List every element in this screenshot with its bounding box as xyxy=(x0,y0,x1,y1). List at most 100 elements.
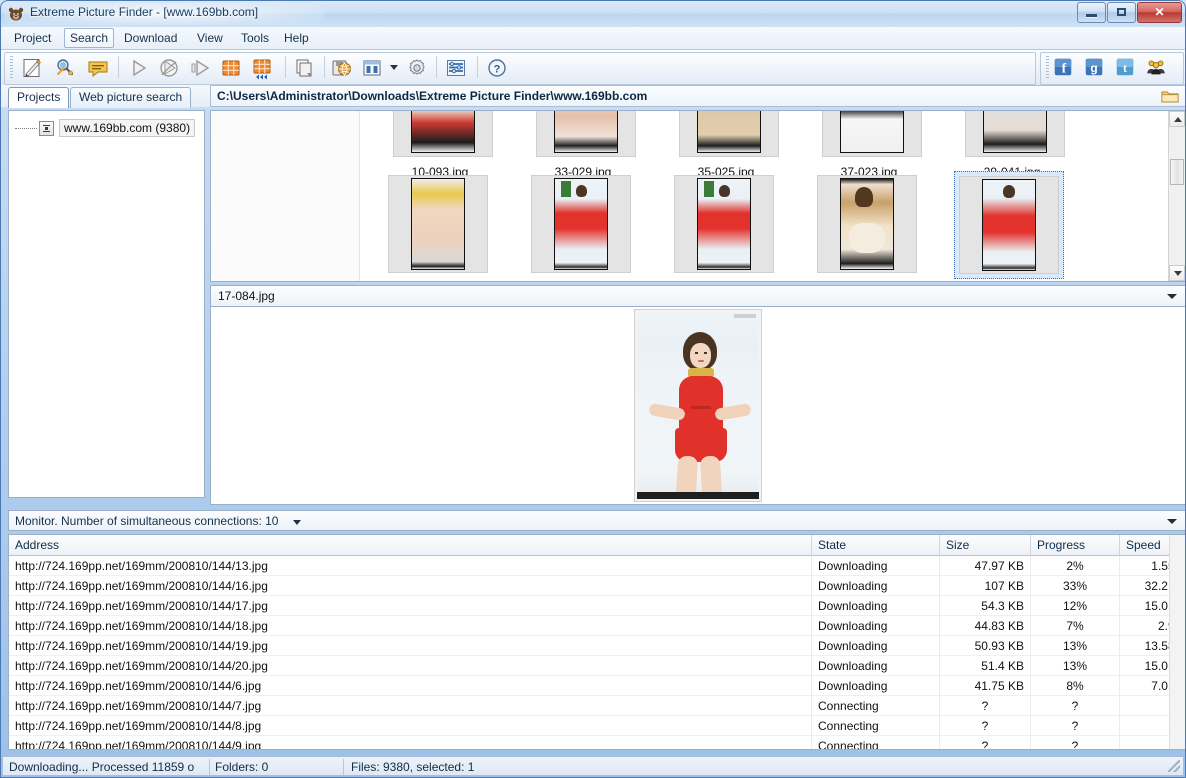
table-row[interactable]: http://724.169pp.net/169mm/200810/144/19… xyxy=(9,635,1185,656)
thumbnail-item[interactable]: 33-029.jpg xyxy=(532,111,636,179)
tree-node-169bb[interactable]: www.169bb.com (9380) xyxy=(15,119,196,137)
thumbnail-item[interactable] xyxy=(384,171,488,277)
cell-state: Downloading xyxy=(811,555,940,576)
download-table-scrollbar[interactable] xyxy=(1169,535,1185,749)
monitor-label: Monitor. Number of simultaneous connecti… xyxy=(15,514,279,528)
cell-state: Connecting xyxy=(811,695,940,716)
table-row[interactable]: http://724.169pp.net/169mm/200810/144/7.… xyxy=(9,695,1185,716)
thumbnail-item[interactable] xyxy=(813,171,917,277)
table-row[interactable]: http://724.169pp.net/169mm/200810/144/13… xyxy=(9,555,1185,576)
table-row[interactable]: http://724.169pp.net/169mm/200810/144/8.… xyxy=(9,715,1185,736)
svg-text:?: ? xyxy=(494,63,501,75)
stop-download-icon[interactable] xyxy=(157,56,181,80)
address-path: C:\Users\Administrator\Downloads\Extreme… xyxy=(217,89,648,103)
cell-state: Downloading xyxy=(811,635,940,656)
scrollbar-thumb[interactable] xyxy=(1170,159,1184,185)
search-project-icon[interactable] xyxy=(53,56,77,80)
thumbnail-item[interactable]: 37-023.jpg xyxy=(818,111,922,179)
cell-size: 50.93 KB xyxy=(939,635,1031,656)
chevron-down-icon[interactable] xyxy=(1167,294,1177,299)
layout-dropdown-arrow[interactable] xyxy=(390,65,398,70)
address-bar[interactable]: C:\Users\Administrator\Downloads\Extreme… xyxy=(210,85,1186,107)
minimize-button[interactable] xyxy=(1077,2,1106,23)
table-row[interactable]: http://724.169pp.net/169mm/200810/144/16… xyxy=(9,575,1185,596)
toolbar-separator-5 xyxy=(477,56,478,78)
status-divider-1 xyxy=(209,759,210,775)
resize-grip[interactable] xyxy=(1168,760,1180,772)
thumbnail-panel[interactable]: 10-093.jpg 33-029.jpg 35-025.jpg 37-023.… xyxy=(210,110,1186,282)
cell-size: 107 KB xyxy=(939,575,1031,596)
cell-state: Connecting xyxy=(811,715,940,736)
social-grip[interactable] xyxy=(1046,56,1049,78)
table-row[interactable]: http://724.169pp.net/169mm/200810/144/18… xyxy=(9,615,1185,636)
column-header-address[interactable]: Address xyxy=(9,535,812,556)
cell-progress: 2% xyxy=(1030,555,1120,576)
folder-icon[interactable] xyxy=(1161,89,1179,104)
column-header-state[interactable]: State xyxy=(811,535,940,556)
filters-icon[interactable] xyxy=(444,56,468,80)
help-icon[interactable]: ? xyxy=(485,56,509,80)
comment-icon[interactable] xyxy=(86,56,110,80)
thumbnail-image xyxy=(388,175,488,273)
twitter-icon[interactable]: t xyxy=(1114,56,1138,80)
cell-address: http://724.169pp.net/169mm/200810/144/8.… xyxy=(9,715,812,736)
grid-fast-icon[interactable] xyxy=(250,56,274,80)
cell-state: Downloading xyxy=(811,655,940,676)
settings-gear-icon[interactable] xyxy=(405,56,429,80)
web-save-icon[interactable] xyxy=(329,56,353,80)
tab-web-picture-search[interactable]: Web picture search xyxy=(70,87,192,108)
cell-state: Downloading xyxy=(811,675,940,696)
thumbnail-item[interactable] xyxy=(670,171,774,277)
preview-image xyxy=(634,309,762,502)
monitor-bar[interactable]: Monitor. Number of simultaneous connecti… xyxy=(8,510,1186,531)
scroll-down-icon[interactable] xyxy=(1169,265,1185,281)
preview-header[interactable]: 17-084.jpg xyxy=(210,285,1186,307)
thumbnail-item[interactable]: 35-025.jpg xyxy=(675,111,779,179)
new-project-icon[interactable] xyxy=(20,56,44,80)
layout-icon[interactable] xyxy=(360,56,384,80)
download-table[interactable]: Address State Size Progress Speed http:/… xyxy=(8,534,1186,750)
cell-size: ? xyxy=(939,695,1031,716)
tab-projects[interactable]: Projects xyxy=(8,87,70,108)
cell-address: http://724.169pp.net/169mm/200810/144/19… xyxy=(9,635,812,656)
thumbnail-scrollbar[interactable] xyxy=(1168,111,1185,281)
start-download-icon[interactable] xyxy=(126,56,150,80)
table-row[interactable]: http://724.169pp.net/169mm/200810/144/6.… xyxy=(9,675,1185,696)
table-row[interactable]: http://724.169pp.net/169mm/200810/144/9.… xyxy=(9,735,1185,749)
thumbnail-image xyxy=(965,111,1065,157)
column-header-size[interactable]: Size xyxy=(939,535,1031,556)
status-bar: Downloading... Processed 11859 o Folders… xyxy=(2,756,1184,776)
monitor-collapse-icon[interactable] xyxy=(1167,519,1177,524)
cell-address: http://724.169pp.net/169mm/200810/144/6.… xyxy=(9,675,812,696)
project-node-icon xyxy=(39,120,54,136)
thumbnail-image xyxy=(531,175,631,273)
table-row[interactable]: http://724.169pp.net/169mm/200810/144/20… xyxy=(9,655,1185,676)
monitor-dropdown-arrow[interactable] xyxy=(293,520,301,525)
grid-view-icon[interactable] xyxy=(219,56,243,80)
thumbnail-image xyxy=(959,176,1059,274)
google-plus-icon[interactable]: g xyxy=(1083,56,1107,80)
close-button[interactable]: ✕ xyxy=(1137,2,1182,23)
menu-project[interactable]: Project xyxy=(8,29,57,47)
menu-search[interactable]: Search xyxy=(64,28,115,48)
thumbnail-item[interactable]: 29-041.jpg xyxy=(961,111,1065,179)
scroll-up-icon[interactable] xyxy=(1169,111,1185,127)
export-icon[interactable] xyxy=(293,56,317,80)
facebook-icon[interactable]: f xyxy=(1052,56,1076,80)
menu-help[interactable]: Help xyxy=(278,29,315,47)
maximize-button[interactable] xyxy=(1107,2,1136,23)
community-icon[interactable] xyxy=(1145,56,1169,80)
menu-tools[interactable]: Tools xyxy=(235,29,275,47)
cell-size: 47.97 KB xyxy=(939,555,1031,576)
table-row[interactable]: http://724.169pp.net/169mm/200810/144/17… xyxy=(9,595,1185,616)
menu-download[interactable]: Download xyxy=(118,29,183,47)
thumbnail-item-selected[interactable] xyxy=(954,171,1064,279)
toolbar-grip[interactable] xyxy=(10,56,13,78)
column-header-progress[interactable]: Progress xyxy=(1030,535,1120,556)
resume-download-icon[interactable] xyxy=(188,56,212,80)
cell-size: ? xyxy=(939,715,1031,736)
cell-progress: 13% xyxy=(1030,635,1120,656)
menu-view[interactable]: View xyxy=(191,29,229,47)
thumbnail-item[interactable] xyxy=(527,171,631,277)
thumbnail-item[interactable]: 10-093.jpg xyxy=(389,111,493,179)
